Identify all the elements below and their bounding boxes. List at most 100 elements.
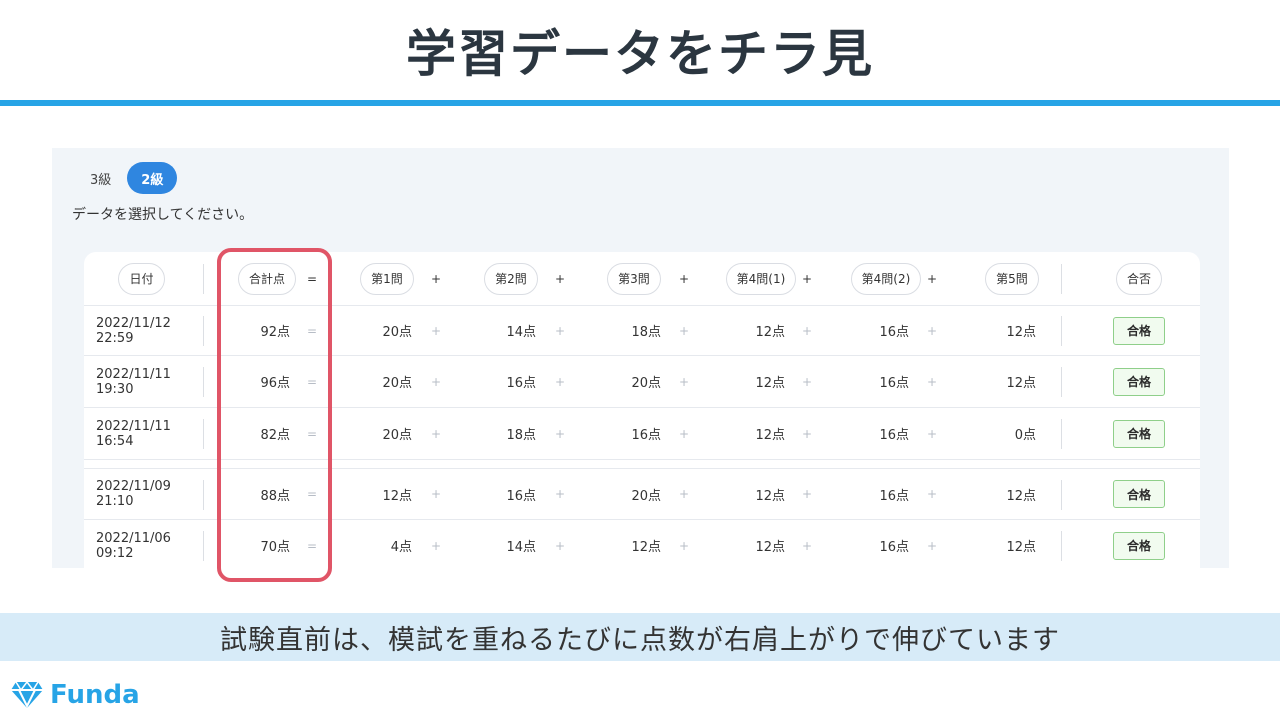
column-divider (1061, 367, 1062, 397)
header-plus: + (801, 271, 813, 286)
header-result[interactable]: 合否 (1115, 262, 1162, 295)
plus-sign: + (926, 426, 938, 441)
row-q4-1: 12点 (755, 428, 785, 443)
row-q3: 18点 (631, 325, 661, 340)
column-divider (203, 367, 204, 397)
header-q4-2[interactable]: 第4問(2) (850, 262, 922, 295)
brand-name: Funda (50, 680, 140, 710)
row-q2: 14点 (506, 540, 536, 555)
plus-sign: + (801, 426, 813, 441)
plus-sign: + (801, 487, 813, 501)
row-q4-1: 12点 (755, 540, 785, 555)
row-q5: 12点 (1006, 325, 1036, 340)
row-date: 2022/11/11 16:54 (96, 418, 171, 449)
row-q2: 18点 (506, 428, 536, 443)
column-divider (203, 264, 204, 294)
select-data-hint: データを選択してください。 (72, 207, 254, 223)
row-q1: 4点 (390, 540, 412, 555)
row-q2: 16点 (506, 376, 536, 391)
plus-sign: + (678, 323, 690, 338)
column-divider (203, 480, 204, 510)
row-q1: 20点 (382, 325, 412, 340)
column-divider (203, 316, 204, 346)
header-plus: + (678, 271, 690, 286)
plus-sign: + (554, 374, 566, 389)
row-q4-2: 16点 (879, 488, 909, 504)
plus-sign: + (430, 487, 442, 501)
column-divider (1061, 531, 1062, 561)
row-q4-2: 16点 (879, 325, 909, 340)
header-q1[interactable]: 第1問 (360, 262, 414, 295)
plus-sign: + (678, 426, 690, 441)
tab-level-2[interactable]: 2級 (127, 162, 178, 194)
plus-sign: + (801, 538, 813, 553)
plus-sign: + (678, 374, 690, 389)
diamond-logo-icon (11, 680, 43, 709)
row-q1: 20点 (382, 376, 412, 391)
header-q3[interactable]: 第3問 (607, 262, 661, 295)
plus-sign: + (801, 323, 813, 338)
column-divider (1061, 264, 1062, 294)
row-date: 2022/11/11 19:30 (96, 366, 171, 397)
pass-badge: 合格 (1113, 419, 1165, 448)
row-q4-2: 16点 (879, 376, 909, 391)
row-date: 2022/11/09 21:10 (96, 479, 171, 509)
plus-sign: + (554, 487, 566, 501)
plus-sign: + (554, 426, 566, 441)
row-q3: 20点 (631, 376, 661, 391)
pass-badge: 合格 (1113, 531, 1165, 560)
funda-logo: Funda (10, 678, 140, 712)
header-q4-1[interactable]: 第4問(1) (725, 262, 797, 295)
column-divider (1061, 419, 1062, 449)
pass-badge: 合格 (1113, 480, 1165, 508)
row-q4-1: 12点 (755, 325, 785, 340)
plus-sign: + (926, 487, 938, 501)
caption-bar: 試験直前は、模試を重ねるたびに点数が右肩上がりで伸びています (0, 613, 1280, 661)
row-q5: 0点 (1014, 428, 1036, 443)
plus-sign: + (678, 487, 690, 501)
row-q4-1: 12点 (755, 376, 785, 391)
row-q4-2: 16点 (879, 428, 909, 443)
header-plus: + (430, 271, 442, 286)
plus-sign: + (554, 538, 566, 553)
caption-text: 試験直前は、模試を重ねるたびに点数が右肩上がりで伸びています (220, 624, 1060, 656)
pass-badge: 合格 (1113, 316, 1165, 345)
row-date: 2022/11/06 09:12 (96, 530, 171, 561)
plus-sign: + (678, 538, 690, 553)
tab-level-3[interactable]: 3級 (80, 162, 121, 194)
plus-sign: + (554, 323, 566, 338)
header-q2[interactable]: 第2問 (484, 262, 538, 295)
row-q2: 14点 (506, 325, 536, 340)
header-plus: + (554, 271, 566, 286)
plus-sign: + (801, 374, 813, 389)
header-plus: + (926, 271, 938, 286)
column-divider (203, 419, 204, 449)
row-q5: 12点 (1006, 540, 1036, 555)
level-tabs: 3級 2級 (80, 162, 178, 194)
header-q5[interactable]: 第5問 (985, 262, 1039, 295)
row-q5: 12点 (1006, 376, 1036, 391)
plus-sign: + (430, 538, 442, 553)
plus-sign: + (926, 374, 938, 389)
row-q4-1: 12点 (755, 488, 785, 504)
plus-sign: + (926, 538, 938, 553)
total-score-highlight (217, 248, 332, 582)
row-q5: 12点 (1006, 488, 1036, 504)
row-q1: 20点 (382, 428, 412, 443)
slide-title: 学習データをチラ見 (406, 25, 874, 83)
row-q2: 16点 (506, 488, 536, 504)
plus-sign: + (430, 374, 442, 389)
row-date: 2022/11/12 22:59 (96, 315, 171, 346)
column-divider (1061, 480, 1062, 510)
header-date[interactable]: 日付 (118, 262, 165, 295)
row-q3: 12点 (631, 540, 661, 555)
title-divider (0, 100, 1280, 106)
row-q4-2: 16点 (879, 540, 909, 555)
row-q3: 16点 (631, 428, 661, 443)
column-divider (203, 531, 204, 561)
plus-sign: + (430, 323, 442, 338)
plus-sign: + (926, 323, 938, 338)
plus-sign: + (430, 426, 442, 441)
row-q3: 20点 (631, 488, 661, 504)
column-divider (1061, 316, 1062, 346)
